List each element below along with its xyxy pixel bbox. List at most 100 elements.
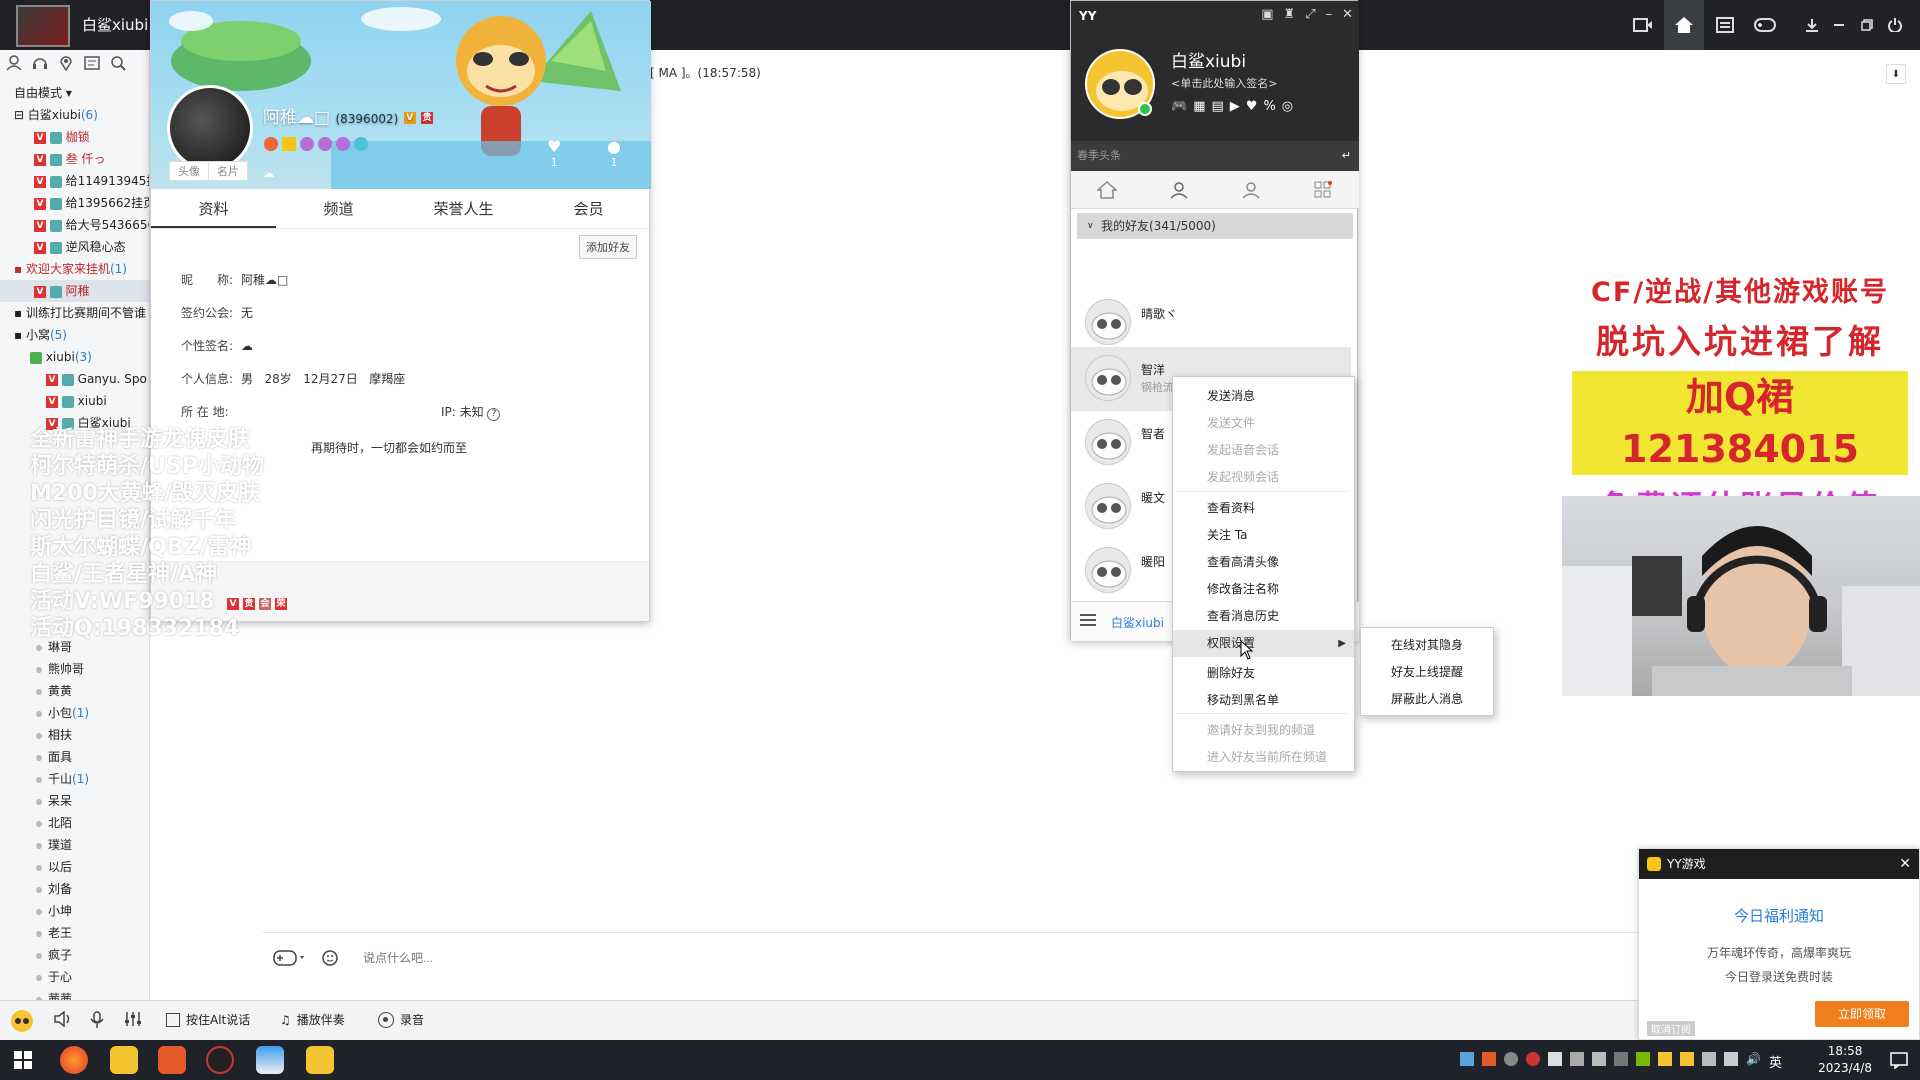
friend-group-header[interactable]: ∨ 我的好友(341/5000) [1077,213,1353,239]
power-icon[interactable] [1878,8,1912,42]
checkbox-icon[interactable] [166,1012,180,1027]
yy-app-icon[interactable] [110,1046,138,1074]
tray-app-icon[interactable] [1504,1052,1518,1066]
claim-button[interactable]: 立即领取 [1815,1001,1909,1027]
tree-item[interactable]: 刘备 [0,878,149,900]
tree-item[interactable]: 疯子 [0,944,149,966]
tray-app-icon[interactable] [1658,1052,1672,1066]
profile-avatar[interactable] [167,85,253,171]
add-friend-button[interactable]: 添加好友 [579,235,637,259]
home-icon[interactable] [1071,171,1143,208]
friend-avatar[interactable] [1085,355,1131,401]
news-bar[interactable]: 春季头条 ↵ [1071,141,1359,171]
speaker-icon[interactable] [54,1011,72,1027]
group-icon[interactable] [1215,171,1287,208]
tree-item[interactable]: V 给大号5436656 [0,214,149,236]
yy-app-icon[interactable] [306,1046,334,1074]
ime-indicator[interactable]: 英 [1769,1052,1782,1071]
friend-avatar[interactable] [1085,547,1131,593]
tree-item[interactable]: V Ganyu. Spo [0,368,149,390]
tree-item[interactable]: 小坤 [0,900,149,922]
equalizer-icon[interactable] [124,1011,142,1027]
gamepad-icon[interactable] [273,949,307,969]
context-menu-item[interactable]: 查看高清头像 [1173,549,1354,576]
tree-item[interactable]: V 阿稚 [0,280,149,302]
friend-avatar[interactable] [1085,483,1131,529]
target-icon[interactable]: ◎ [1282,99,1293,114]
firefox-icon[interactable] [60,1046,88,1074]
friend-item[interactable]: 晴歌ヾ [1071,291,1351,355]
context-menu-item[interactable]: 关注 Ta [1173,522,1354,549]
minimize-icon[interactable]: – [1326,7,1333,22]
tree-item[interactable]: 于心 [0,966,149,988]
tree-item[interactable]: 熊帅哥 [0,658,149,680]
tree-item[interactable]: 千山(1) [0,768,149,790]
microphone-icon[interactable] [1592,1052,1606,1066]
list-icon[interactable] [1708,8,1742,42]
submenu-item[interactable]: 好友上线提醒 [1361,659,1493,686]
system-clock[interactable]: 18:58 2023/4/8 [1818,1043,1872,1077]
tray-app-icon[interactable] [1614,1052,1628,1066]
friend-avatar[interactable] [1085,299,1131,345]
card-tab[interactable]: 名片 [209,162,247,180]
tree-item[interactable]: ▪ 欢迎大家来挂机(1) [0,258,149,280]
network-icon[interactable] [1724,1052,1738,1066]
expand-icon[interactable]: ⤢ [1305,7,1315,22]
yy-avatar[interactable] [1085,49,1155,119]
enter-icon[interactable]: ↵ [1342,141,1351,171]
tree-item[interactable]: V 叁 仟っ [0,148,149,170]
tree-item[interactable]: V xiubi [0,390,149,412]
context-menu-item[interactable]: 修改备注名称 [1173,576,1354,603]
tray-app-icon[interactable] [1702,1052,1716,1066]
mode-selector[interactable]: 自由模式 ▾ [14,84,72,101]
submenu-item[interactable]: 屏蔽此人消息 [1361,686,1493,713]
tree-item[interactable]: V 逆风稳心态 [0,236,149,258]
context-menu-item[interactable]: 查看消息历史 [1173,603,1354,630]
heart-icon[interactable]: ♥ [1246,99,1258,114]
tree-item[interactable]: ⊟ 白鲨xiubi(6) [0,104,149,126]
tree-item[interactable]: V 给1395662挂页 [0,192,149,214]
tree-item[interactable]: 小包(1) [0,702,149,724]
unsubscribe-link[interactable]: 取消订阅 [1647,1021,1695,1036]
headset-icon[interactable] [32,55,48,71]
windows-start-icon[interactable] [14,1051,32,1069]
skin-icon[interactable]: ▣ [1261,7,1273,22]
fans-button[interactable]: ● 1 [607,137,621,169]
obs-icon[interactable] [206,1046,234,1074]
help-icon[interactable]: ? [487,408,501,421]
nvidia-icon[interactable] [1636,1052,1650,1066]
grid-icon[interactable]: ▦ [1193,99,1205,114]
play-music-button[interactable]: ♫ 播放伴奏 [280,1011,345,1028]
avatar-tab[interactable]: 头像 [170,162,209,180]
gamepad-icon[interactable]: 🎮 [1171,99,1187,114]
tray-app-icon[interactable] [1482,1052,1496,1066]
tray-app-icon[interactable] [1526,1052,1540,1066]
tree-item[interactable]: 黄黄 [0,680,149,702]
contact-icon[interactable] [1143,171,1215,208]
tab-info[interactable]: 资料 [151,189,276,228]
tree-item[interactable]: 以后 [0,856,149,878]
tree-item[interactable]: ▪ 小窝(5) [0,324,149,346]
card-icon[interactable] [84,55,100,71]
emoji-icon[interactable] [321,949,343,969]
tree-item[interactable]: 老王 [0,922,149,944]
context-menu-item[interactable]: 权限设置 ▶ [1173,630,1354,657]
tray-app-icon[interactable] [1460,1052,1474,1066]
submenu-item[interactable]: 在线对其隐身 [1361,632,1493,659]
user-avatar[interactable] [16,5,70,47]
video-icon[interactable] [1626,8,1660,42]
microphone-icon[interactable] [90,1011,104,1029]
footer-username[interactable]: 白鲨xiubi [1111,614,1164,631]
push-to-talk-toggle[interactable]: 按住Alt说话 [166,1011,250,1028]
tray-app-icon[interactable] [1570,1052,1584,1066]
volume-icon[interactable]: 🔊 [1746,1052,1761,1071]
chat-input[interactable] [363,951,1163,965]
tree-item[interactable]: 相扶 [0,724,149,746]
notification-center-icon[interactable] [1890,1051,1908,1069]
tree-item[interactable]: V 给114913945挂 [0,170,149,192]
menu-icon[interactable] [1079,612,1097,628]
tree-item[interactable]: ▪ 训练打比赛期间不管谁 [0,302,149,324]
tray-app-icon[interactable] [1548,1052,1562,1066]
tab-honor[interactable]: 荣誉人生 [401,189,526,228]
qq-app-icon[interactable] [256,1046,284,1074]
